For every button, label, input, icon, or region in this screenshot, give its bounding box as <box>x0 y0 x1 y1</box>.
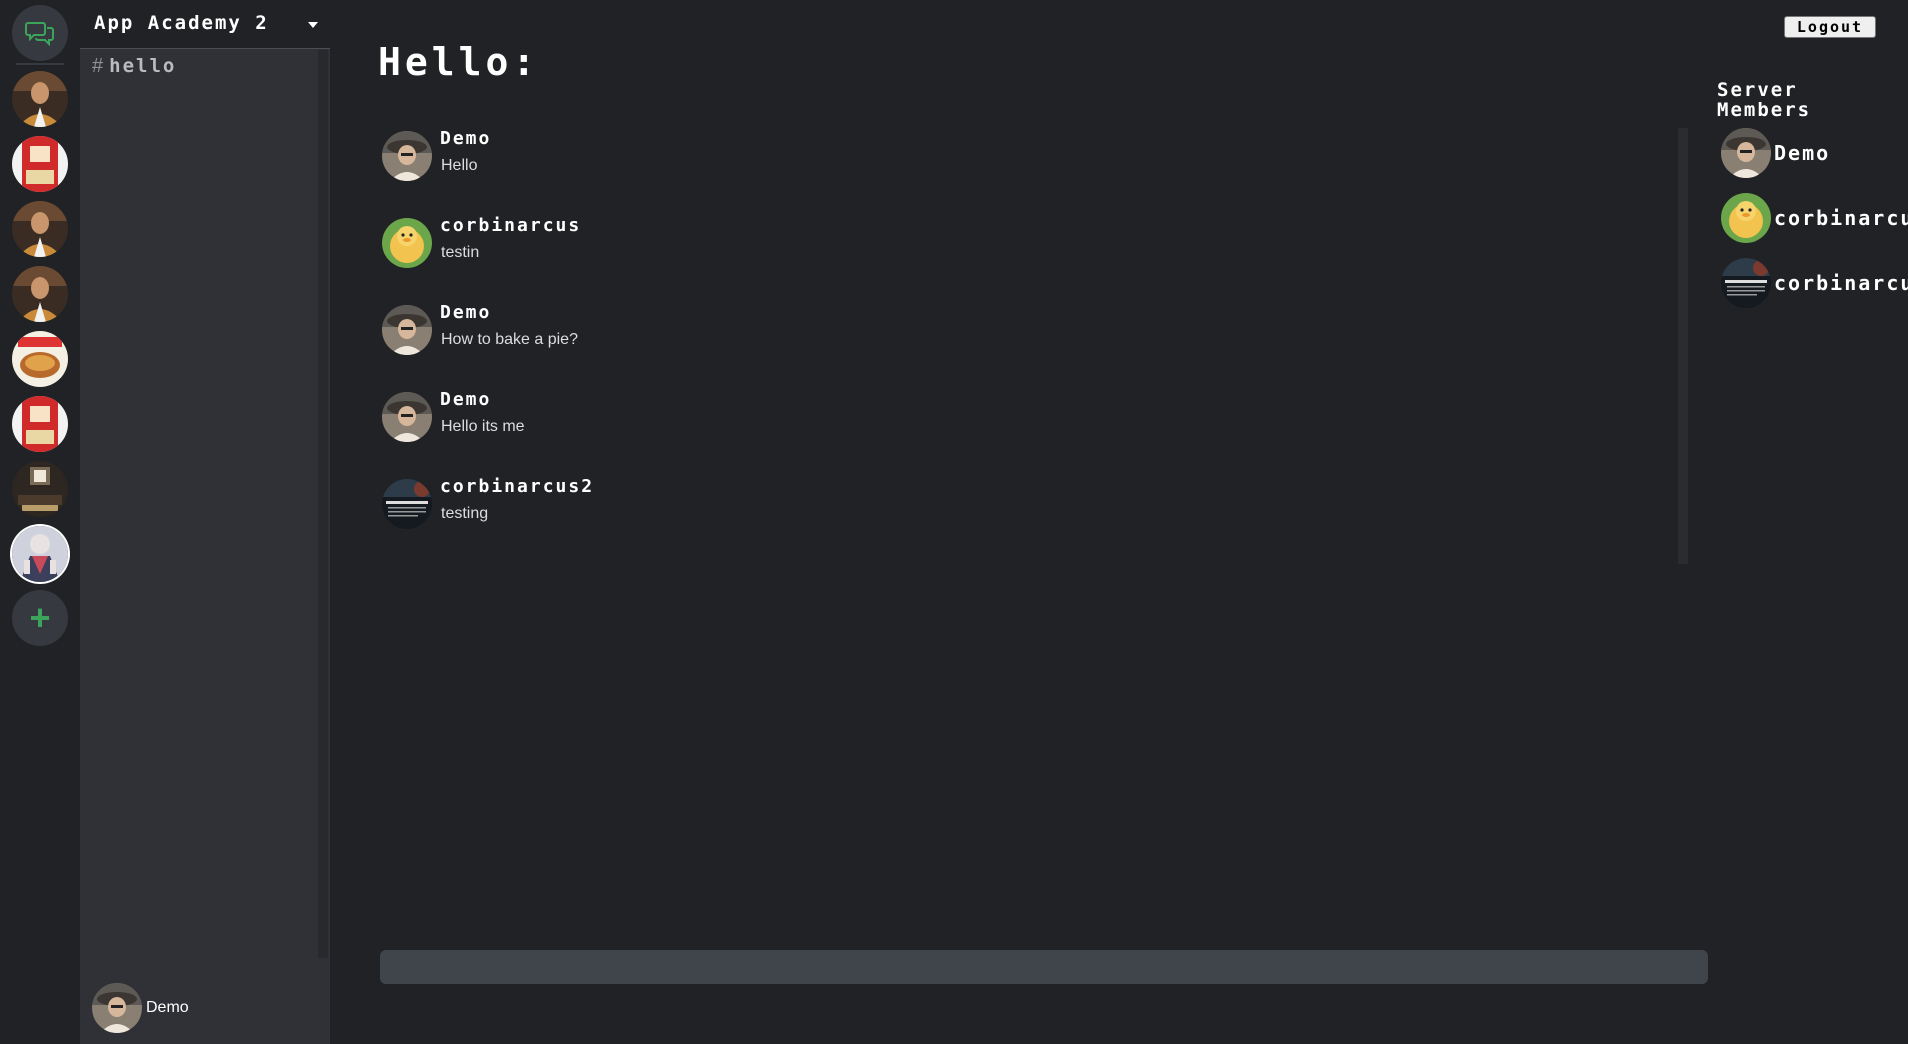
avatar[interactable] <box>382 479 432 529</box>
server-rail: + <box>0 0 80 1044</box>
avatar[interactable] <box>382 131 432 181</box>
server-name: App Academy 2 <box>94 12 269 34</box>
server-icon-5[interactable] <box>12 331 68 387</box>
logout-button[interactable]: Logout <box>1784 16 1876 38</box>
avatar <box>1721 128 1771 178</box>
avatar <box>1721 258 1771 308</box>
avatar[interactable] <box>382 392 432 442</box>
members-title: Server Members <box>1717 79 1812 121</box>
message-author[interactable]: corbinarcus2 <box>440 476 594 497</box>
member-name: corbinarcus <box>1774 206 1908 230</box>
rail-separator <box>16 63 64 65</box>
user-panel: Demo <box>92 982 189 1034</box>
server-icon-3[interactable] <box>12 201 68 257</box>
server-icon-8-active[interactable] <box>12 526 68 582</box>
server-icon-1[interactable] <box>12 71 68 127</box>
page-title: Hello: <box>378 40 540 84</box>
home-button[interactable] <box>12 5 68 61</box>
member-name: corbinarcus2 <box>1774 271 1908 295</box>
member-item[interactable]: Demo <box>1721 128 1908 178</box>
message-text: How to bake a pie? <box>441 331 578 348</box>
channel-list-scrollbar[interactable] <box>318 50 328 958</box>
add-server-button[interactable]: + <box>12 590 68 646</box>
chevron-down-icon <box>308 22 318 28</box>
channel-label: hello <box>109 55 177 77</box>
message-author[interactable]: Demo <box>440 302 491 323</box>
channel-sidebar: App Academy 2 # hello Demo <box>80 0 330 1044</box>
avatar <box>1721 193 1771 243</box>
message-text: Hello its me <box>441 418 525 435</box>
server-icon-2[interactable] <box>12 136 68 192</box>
chat-bubbles-icon <box>25 22 54 46</box>
current-user-name: Demo <box>146 999 189 1016</box>
avatar[interactable] <box>382 305 432 355</box>
plus-icon: + <box>29 597 51 638</box>
message-author[interactable]: corbinarcus <box>440 215 581 236</box>
member-item[interactable]: corbinarcus2 <box>1721 258 1908 308</box>
message-author[interactable]: Demo <box>440 128 491 149</box>
message-author[interactable]: Demo <box>440 389 491 410</box>
member-item[interactable]: corbinarcus <box>1721 193 1908 243</box>
message-list-scrollbar[interactable] <box>1678 128 1688 564</box>
server-icon-6[interactable] <box>12 396 68 452</box>
avatar[interactable] <box>382 218 432 268</box>
hash-icon: # <box>92 54 104 77</box>
avatar <box>92 983 142 1033</box>
message-text: testing <box>441 505 489 522</box>
message-input[interactable] <box>380 950 1708 984</box>
server-icon-7[interactable] <box>12 461 68 517</box>
message-text: Hello <box>441 157 478 174</box>
server-header[interactable]: App Academy 2 <box>80 0 330 49</box>
channel-item-hello[interactable]: # hello <box>92 53 176 79</box>
member-name: Demo <box>1774 141 1831 165</box>
server-icon-4[interactable] <box>12 266 68 322</box>
message-text: testin <box>441 244 480 261</box>
chat-main: Hello: Demo Hello corbinarcus testin Dem… <box>330 0 1680 1044</box>
